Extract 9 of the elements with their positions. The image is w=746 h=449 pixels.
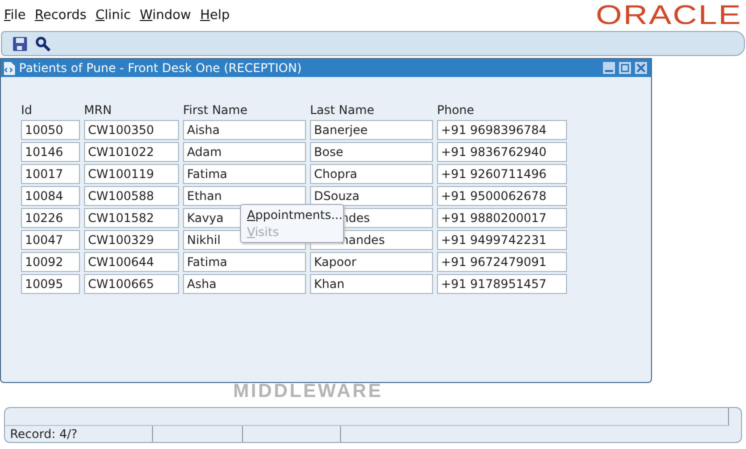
column-header: Id — [21, 103, 34, 118]
column-header: First Name — [183, 103, 248, 118]
window-title: Patients of Pune - Front Desk One (RECEPTION) — [19, 61, 303, 75]
brand-logo: ORACLE — [596, 0, 742, 30]
background-caption: MIDDLEWARE — [233, 383, 383, 401]
column-header: Last Name — [310, 103, 376, 118]
column-header: Phone — [437, 103, 476, 118]
column-header: MRN — [84, 103, 113, 118]
record-status: Record: 4/? — [10, 427, 78, 441]
